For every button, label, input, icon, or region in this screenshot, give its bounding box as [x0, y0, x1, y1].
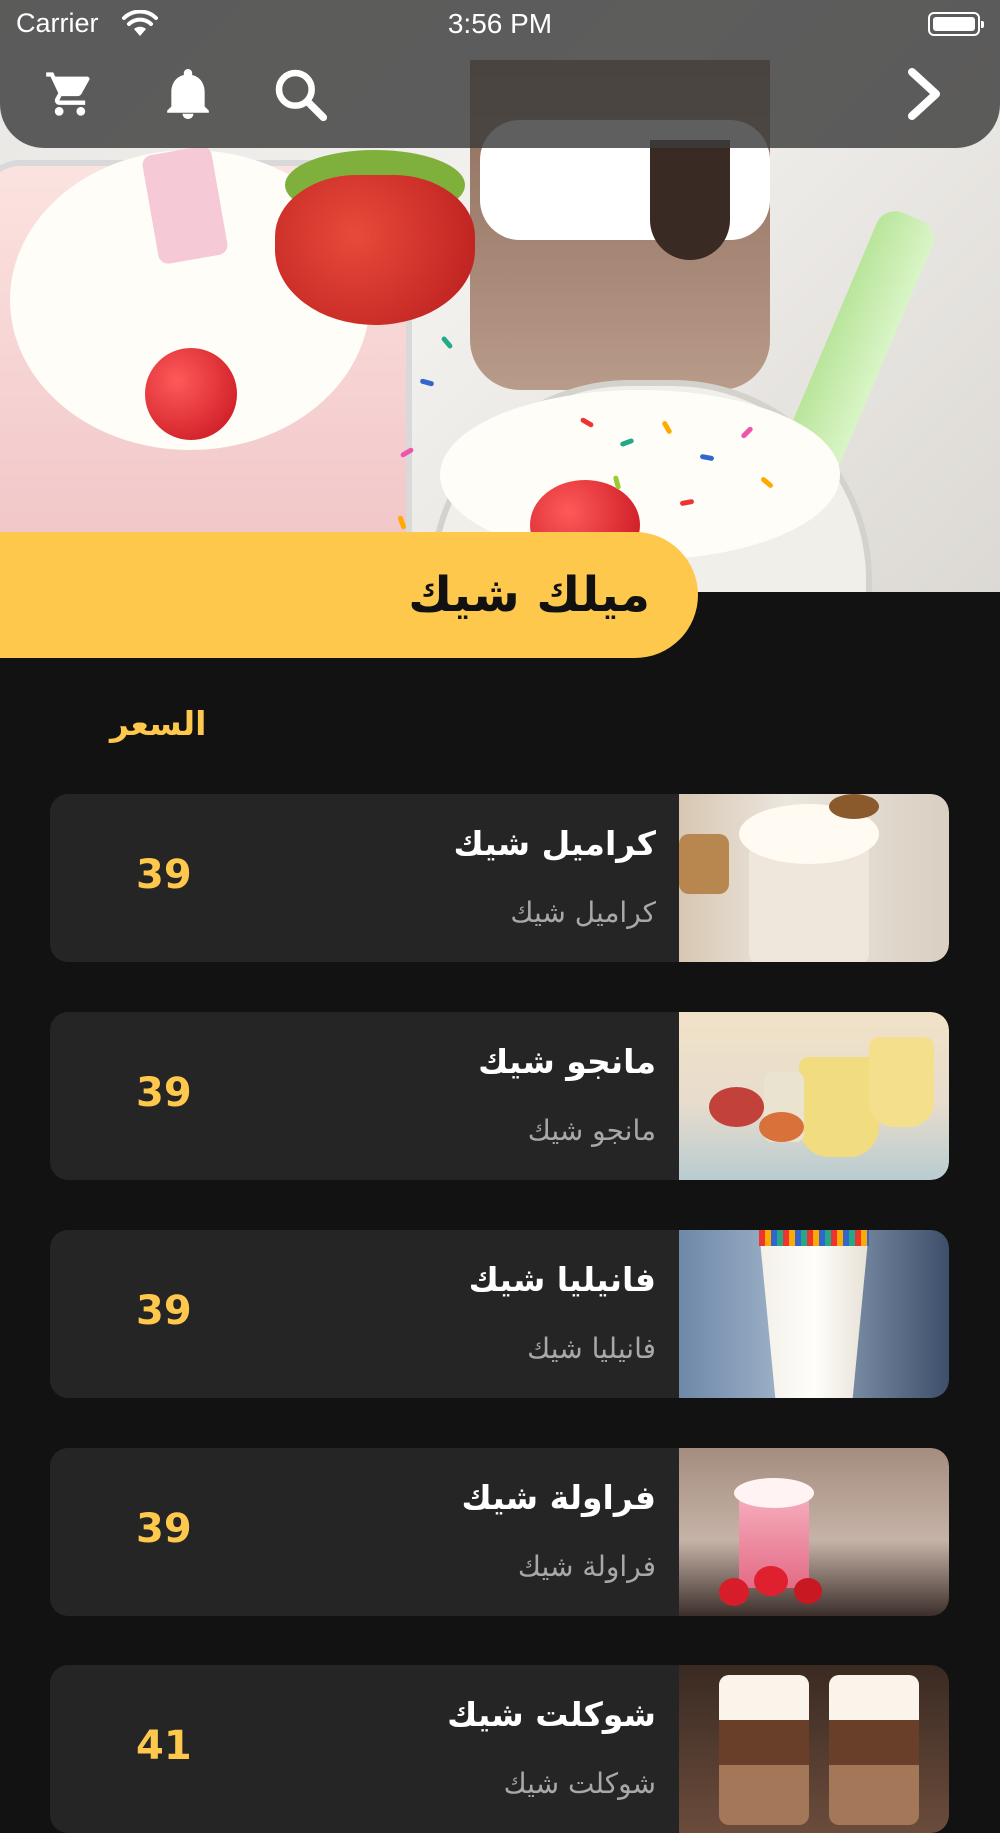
product-description: مانجو شيك: [527, 1114, 656, 1147]
product-image: [679, 794, 949, 962]
category-title: ميلك شيك: [408, 567, 650, 623]
status-bar: Carrier 3:56 PM: [0, 0, 1000, 50]
search-icon: [275, 69, 328, 122]
product-card[interactable]: فانيليا شيك فانيليا شيك 39: [50, 1230, 949, 1398]
product-image: [679, 1230, 949, 1398]
product-name: فراولة شيك: [461, 1478, 656, 1517]
search-button[interactable]: [272, 66, 328, 122]
product-name: شوكلت شيك: [447, 1695, 656, 1734]
back-button[interactable]: [896, 66, 952, 122]
product-price: 39: [136, 852, 192, 898]
battery-icon: [928, 12, 984, 36]
product-name: مانجو شيك: [478, 1042, 656, 1081]
product-image: [679, 1665, 949, 1833]
chevron-right-icon: [908, 68, 940, 120]
product-price: 39: [136, 1288, 192, 1334]
product-description: شوكلت شيك: [503, 1767, 656, 1800]
top-bar: Carrier 3:56 PM: [0, 0, 1000, 148]
product-description: فانيليا شيك: [527, 1332, 656, 1365]
product-card[interactable]: كراميل شيك كراميل شيك 39: [50, 794, 949, 962]
status-time: 3:56 PM: [447, 8, 553, 39]
product-image: [679, 1012, 949, 1180]
product-card[interactable]: شوكلت شيك شوكلت شيك 41: [50, 1665, 949, 1833]
product-description: فراولة شيك: [517, 1550, 656, 1583]
product-card[interactable]: مانجو شيك مانجو شيك 39: [50, 1012, 949, 1180]
product-price: 41: [136, 1723, 192, 1769]
price-column-header: السعر: [110, 704, 207, 743]
bell-icon: [167, 69, 209, 119]
product-image: [679, 1448, 949, 1616]
category-banner: ميلك شيك: [0, 532, 698, 658]
product-card[interactable]: فراولة شيك فراولة شيك 39: [50, 1448, 949, 1616]
cart-button[interactable]: [42, 66, 98, 122]
product-name: كراميل شيك: [453, 824, 656, 863]
product-price: 39: [136, 1070, 192, 1116]
cart-icon: [46, 72, 90, 116]
notifications-button[interactable]: [160, 66, 216, 122]
product-price: 39: [136, 1506, 192, 1552]
product-description: كراميل شيك: [510, 896, 656, 929]
product-name: فانيليا شيك: [468, 1260, 656, 1299]
